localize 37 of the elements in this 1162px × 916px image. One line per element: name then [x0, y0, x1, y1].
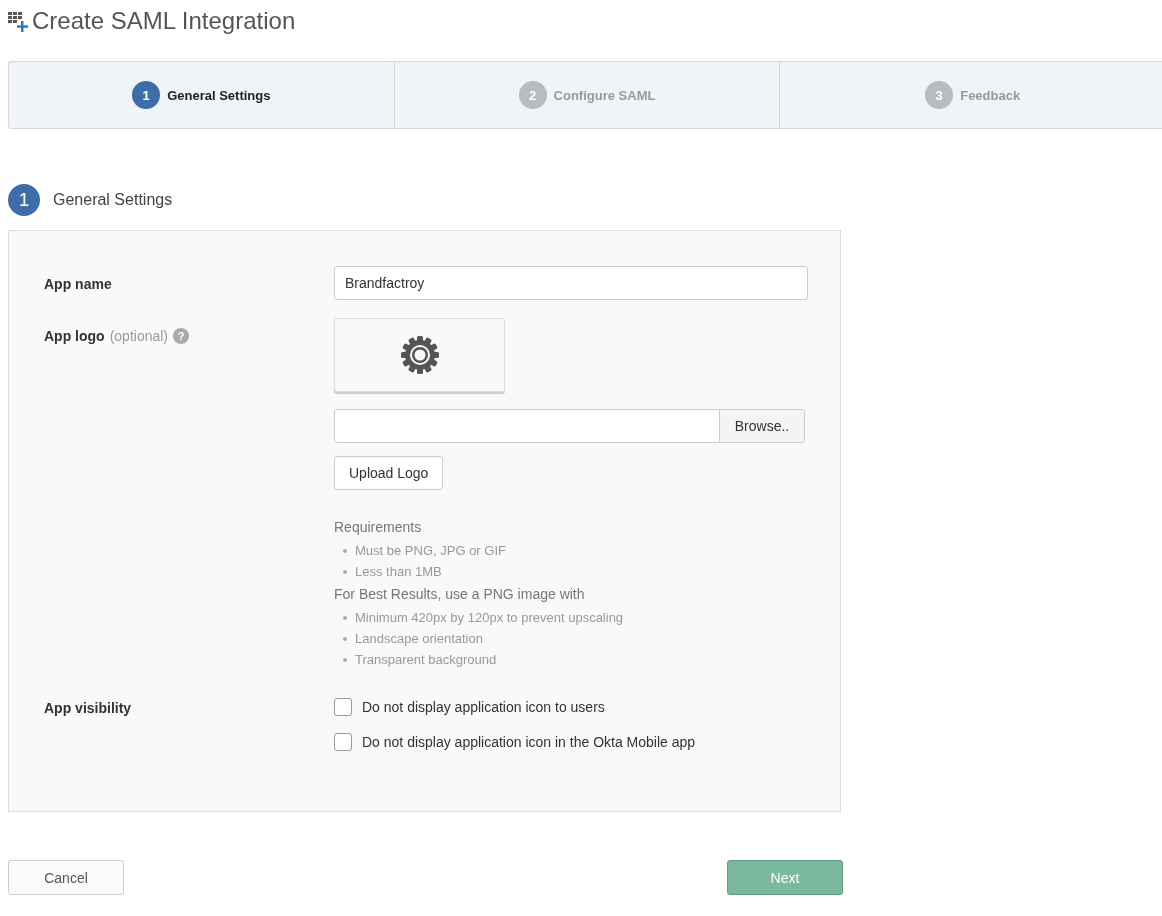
- step-number: 2: [518, 81, 547, 109]
- field-label: App logo: [44, 328, 105, 344]
- bullet-icon: [343, 657, 347, 662]
- requirements-heading: Requirements: [334, 519, 423, 535]
- requirement-text: Minimum 420px by 120px to prevent upscaling: [355, 610, 624, 625]
- step-number: 3: [925, 81, 954, 109]
- cancel-button[interactable]: Cancel: [8, 860, 124, 895]
- bullet-icon: [343, 615, 347, 620]
- requirement-text: Must be PNG, JPG or GIF: [355, 543, 506, 558]
- requirement-text: Transparent background: [355, 652, 497, 667]
- requirements-heading: For Best Results, use a PNG image with: [334, 586, 586, 602]
- step-tab[interactable]: 1 General Settings: [9, 62, 395, 128]
- gear-icon: [399, 335, 440, 375]
- grid-plus-icon: [8, 12, 28, 32]
- page-title: Create SAML Integration: [32, 6, 296, 36]
- bullet-icon: [343, 636, 347, 641]
- requirement-text: Less than 1MB: [355, 564, 442, 579]
- requirement-text: Landscape orientation: [355, 631, 483, 646]
- browse-button[interactable]: Browse..: [719, 410, 804, 442]
- checkbox[interactable]: [334, 697, 352, 716]
- file-field[interactable]: Browse..: [334, 409, 805, 443]
- checkbox-label: Do not display application icon in the Okta Mobile app: [362, 733, 696, 750]
- step-label: Configure SAML: [553, 87, 656, 103]
- checkbox-label: Do not display application icon to users: [362, 698, 605, 715]
- step-number: 1: [132, 81, 161, 109]
- app-name-field[interactable]: Brandfactroy: [334, 266, 808, 300]
- step-label: Feedback: [960, 87, 1021, 103]
- bullet-icon: [343, 548, 347, 553]
- upload-logo-button[interactable]: Upload Logo: [334, 456, 444, 490]
- checkbox[interactable]: [334, 732, 352, 751]
- field-label: App name: [44, 276, 112, 292]
- optional-text: (optional): [109, 328, 169, 344]
- step-label: General Settings: [167, 87, 271, 103]
- field-label: App visibility: [44, 700, 132, 716]
- bullet-icon: [343, 569, 347, 574]
- section-title: General Settings: [53, 191, 173, 209]
- section-number: 1: [8, 184, 40, 216]
